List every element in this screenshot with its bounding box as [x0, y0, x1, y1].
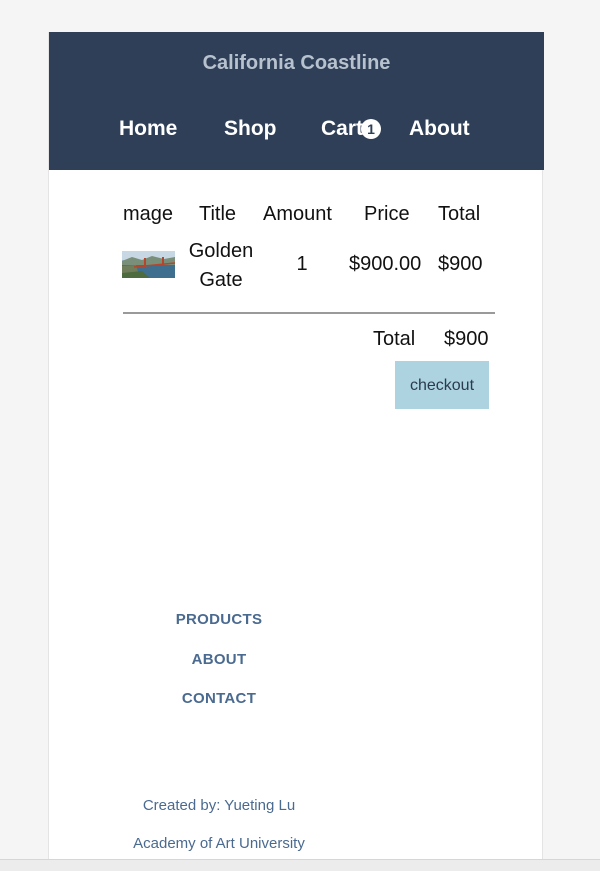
col-header-image: mage [123, 203, 174, 225]
window-bottom-edge [0, 859, 600, 871]
footer-link-contact[interactable]: CONTACT [49, 690, 389, 707]
row-title-line1: Golden [188, 240, 254, 262]
nav-about[interactable]: About [409, 117, 470, 141]
nav-home[interactable]: Home [119, 117, 177, 141]
row-price: $900.00 [349, 253, 422, 275]
summary-divider [123, 312, 495, 314]
row-amount: 1 [296, 253, 308, 275]
col-header-title: Title [199, 203, 237, 225]
golden-gate-thumbnail-icon [122, 251, 175, 278]
nav-cart[interactable]: Cart 1 [321, 117, 382, 141]
product-thumbnail [122, 251, 175, 278]
row-total: $900 [438, 253, 483, 275]
cart-count-badge: 1 [361, 119, 382, 139]
site-header: California Coastline Home Shop Cart 1 Abo… [49, 32, 544, 170]
row-title-line2: Gate [199, 269, 243, 291]
summary-total-label: Total [373, 328, 416, 350]
site-title: California Coastline [202, 52, 391, 74]
checkout-button[interactable]: checkout [395, 361, 489, 409]
col-header-price: Price [364, 203, 410, 225]
col-header-amount: Amount [263, 203, 332, 225]
footer-link-about[interactable]: ABOUT [49, 651, 389, 668]
nav-cart-label: Cart [321, 117, 364, 140]
summary-total-value: $900 [444, 328, 489, 350]
row-title: Golden Gate [181, 237, 261, 295]
page-container: California Coastline Home Shop Cart 1 Abo… [48, 32, 544, 870]
footer-link-products[interactable]: PRODUCTS [49, 611, 389, 628]
nav-shop[interactable]: Shop [224, 117, 277, 141]
footer-credit-school: Academy of Art University [133, 835, 305, 852]
col-header-total: Total [438, 203, 481, 225]
footer-credit-author: Created by: Yueting Lu [142, 797, 296, 814]
